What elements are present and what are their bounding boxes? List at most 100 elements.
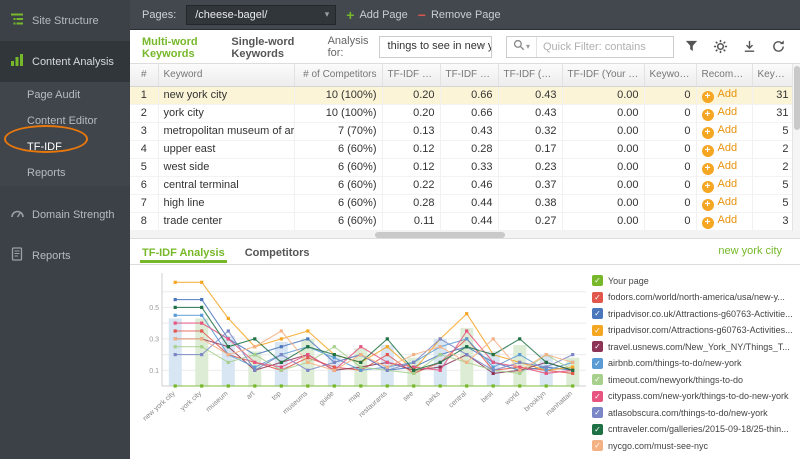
table-cell: 2 <box>752 158 795 177</box>
legend-item[interactable]: ✓ timeout.com/newyork/things-to-do <box>592 372 796 389</box>
table-vertical-scrollbar[interactable] <box>792 64 800 231</box>
column-header[interactable]: # <box>130 64 159 87</box>
add-keyword-button[interactable]: + Add <box>696 104 753 123</box>
column-header[interactable]: TF-IDF (Max) <box>440 64 499 87</box>
sidebar-item-tf-idf[interactable]: TF-IDF <box>0 134 130 160</box>
table-cell: 6 <box>130 176 159 195</box>
table-row[interactable]: 1 new york city 10 (100%) 0.20 0.66 0.43 0.00 0… <box>130 86 795 105</box>
quick-filter-mode-button[interactable]: ▾ <box>507 36 537 57</box>
legend-item[interactable]: ✓ nycgo.com/must-see-nyc <box>592 438 796 455</box>
legend-checkbox[interactable]: ✓ <box>592 275 603 287</box>
refresh-icon[interactable] <box>771 39 786 54</box>
legend-checkbox[interactable]: ✓ <box>592 374 603 386</box>
table-cell: 2 <box>130 104 159 123</box>
sidebar-item-content-analysis[interactable]: Content Analysis <box>0 41 130 82</box>
legend-item[interactable]: ✓ Your page <box>592 273 796 290</box>
chart-area: 0.1 0.3 0.5 new york city york city museum art… <box>130 265 590 459</box>
download-icon[interactable] <box>742 39 757 54</box>
column-header[interactable]: TF-IDF (Your Page) <box>562 64 645 87</box>
legend-item[interactable]: ✓ tripadvisor.co.uk/Attractions-g60763-Ac… <box>592 306 796 323</box>
quick-filter-input[interactable] <box>537 40 673 53</box>
table-cell: 5 <box>752 122 795 141</box>
legend-checkbox[interactable]: ✓ <box>592 407 603 419</box>
bottom-panel-body: 0.1 0.3 0.5 new york city york city museum art… <box>130 265 800 459</box>
table-row[interactable]: 5 west side 6 (60%) 0.12 0.33 0.23 0.00 0 + Add 2 <box>130 158 795 177</box>
table-horizontal-scrollbar[interactable] <box>130 230 800 239</box>
tab-tfidf-analysis[interactable]: TF-IDF Analysis <box>140 240 227 263</box>
table-cell: 0.20 <box>382 104 441 123</box>
legend-checkbox[interactable]: ✓ <box>592 423 603 435</box>
sidebar-item-domain-strength[interactable]: Domain Strength <box>0 194 130 235</box>
sidebar-item-site-structure[interactable]: Site Structure <box>0 0 130 41</box>
table-cell: 0.00 <box>562 122 645 141</box>
legend-item[interactable]: ✓ cntraveler.com/galleries/2015-09-18/25-… <box>592 421 796 438</box>
legend-label: tripadvisor.co.uk/Attractions-g60763-Act… <box>608 308 793 319</box>
legend-label: travel.usnews.com/New_York_NY/Things_T..… <box>608 341 790 352</box>
legend-item[interactable]: ✓ airbnb.com/things-to-do/new-york <box>592 355 796 372</box>
gear-icon[interactable] <box>713 39 728 54</box>
table-cell: 0.37 <box>498 176 563 195</box>
legend-label: nycgo.com/must-see-nyc <box>608 440 709 451</box>
table-cell: 0.23 <box>498 158 563 177</box>
tab-multi-word-keywords[interactable]: Multi-word Keywords <box>138 26 218 68</box>
add-keyword-button[interactable]: + Add <box>696 176 753 195</box>
add-keyword-button[interactable]: + Add <box>696 140 753 159</box>
remove-page-button[interactable]: − Remove Page <box>418 8 501 22</box>
legend-checkbox[interactable]: ✓ <box>592 308 603 320</box>
table-cell: 0.00 <box>562 86 645 105</box>
column-header[interactable]: # of Competitors <box>294 64 383 87</box>
legend-item[interactable]: ✓ tripadvisor.com/Attractions-g60763-Acti… <box>592 322 796 339</box>
table-cell: 3 <box>752 212 795 231</box>
legend-item[interactable]: ✓ citypass.com/new-york/things-to-do-new-… <box>592 388 796 405</box>
table-row[interactable]: 6 central terminal 6 (60%) 0.22 0.46 0.37 0.00… <box>130 176 795 195</box>
app-window: Site Structure Content Analysis Page Aud… <box>0 0 800 459</box>
table-row[interactable]: 8 trade center 6 (60%) 0.11 0.44 0.27 0.00 0 + Ad… <box>130 212 795 231</box>
column-header[interactable]: Recomm... ▼ <box>696 64 753 87</box>
add-keyword-button[interactable]: + Add <box>696 158 753 177</box>
column-header[interactable]: TF-IDF (Min) <box>382 64 441 87</box>
sidebar-item-content-editor[interactable]: Content Editor <box>0 108 130 134</box>
filter-icon[interactable] <box>684 39 699 54</box>
column-header[interactable]: TF-IDF (Avg) <box>498 64 563 87</box>
search-icon <box>513 38 525 56</box>
add-keyword-button[interactable]: + Add <box>696 194 753 213</box>
add-keyword-button[interactable]: + Add <box>696 122 753 141</box>
legend-checkbox[interactable]: ✓ <box>592 440 603 452</box>
pages-dropdown-value: /cheese-bagel/ <box>195 8 268 21</box>
table-cell: 0.20 <box>382 86 441 105</box>
analysis-for-dropdown[interactable]: things to see in new york ▾ <box>378 35 492 58</box>
legend-checkbox[interactable]: ✓ <box>592 324 603 336</box>
table-cell: 0.44 <box>440 194 499 213</box>
table-row[interactable]: 2 york city 10 (100%) 0.20 0.66 0.43 0.00 0 + Add… <box>130 104 795 123</box>
svg-text:restaurants: restaurants <box>358 389 389 418</box>
legend-item[interactable]: ✓ fodors.com/world/north-america/usa/new-… <box>592 289 796 306</box>
legend-checkbox[interactable]: ✓ <box>592 357 603 369</box>
table-row[interactable]: 7 high line 6 (60%) 0.28 0.44 0.38 0.00 0 + Add 5 <box>130 194 795 213</box>
table-cell: central terminal <box>158 176 295 195</box>
tab-competitors[interactable]: Competitors <box>243 240 312 263</box>
add-page-button[interactable]: + Add Page <box>346 8 408 22</box>
table-cell: 0.22 <box>382 176 441 195</box>
legend-label: timeout.com/newyork/things-to-do <box>608 374 744 385</box>
table-row[interactable]: 3 metropolitan museum of art 7 (70%) 0.13 0.… <box>130 122 795 141</box>
column-header[interactable]: Keyword <box>158 64 295 87</box>
tab-single-word-keywords[interactable]: Single-word Keywords <box>227 26 311 68</box>
table-row[interactable]: 4 upper east 6 (60%) 0.12 0.28 0.17 0.00 0 + Add 2 <box>130 140 795 159</box>
pages-dropdown[interactable]: /cheese-bagel/ ▾ <box>186 4 337 25</box>
legend-checkbox[interactable]: ✓ <box>592 291 603 303</box>
svg-text:york city: york city <box>179 389 203 412</box>
selected-keyword-label: new york city <box>718 245 782 257</box>
sidebar-item-reports-sub[interactable]: Reports <box>0 160 130 186</box>
column-header[interactable]: Keyword C... <box>644 64 697 87</box>
add-keyword-button[interactable]: + Add <box>696 212 753 231</box>
sidebar-item-reports[interactable]: Reports <box>0 235 130 276</box>
keywords-toolbar: Multi-word Keywords Single-word Keywords… <box>130 30 800 68</box>
legend-item[interactable]: ✓ travel.usnews.com/New_York_NY/Things_T.… <box>592 339 796 356</box>
table-cell: 8 <box>130 212 159 231</box>
column-header[interactable]: Keyword C... <box>752 64 795 87</box>
legend-checkbox[interactable]: ✓ <box>592 390 603 402</box>
sidebar-item-page-audit[interactable]: Page Audit <box>0 82 130 108</box>
add-keyword-button[interactable]: + Add <box>696 86 753 105</box>
legend-item[interactable]: ✓ atlasobscura.com/things-to-do/new-york <box>592 405 796 422</box>
legend-checkbox[interactable]: ✓ <box>592 341 603 353</box>
